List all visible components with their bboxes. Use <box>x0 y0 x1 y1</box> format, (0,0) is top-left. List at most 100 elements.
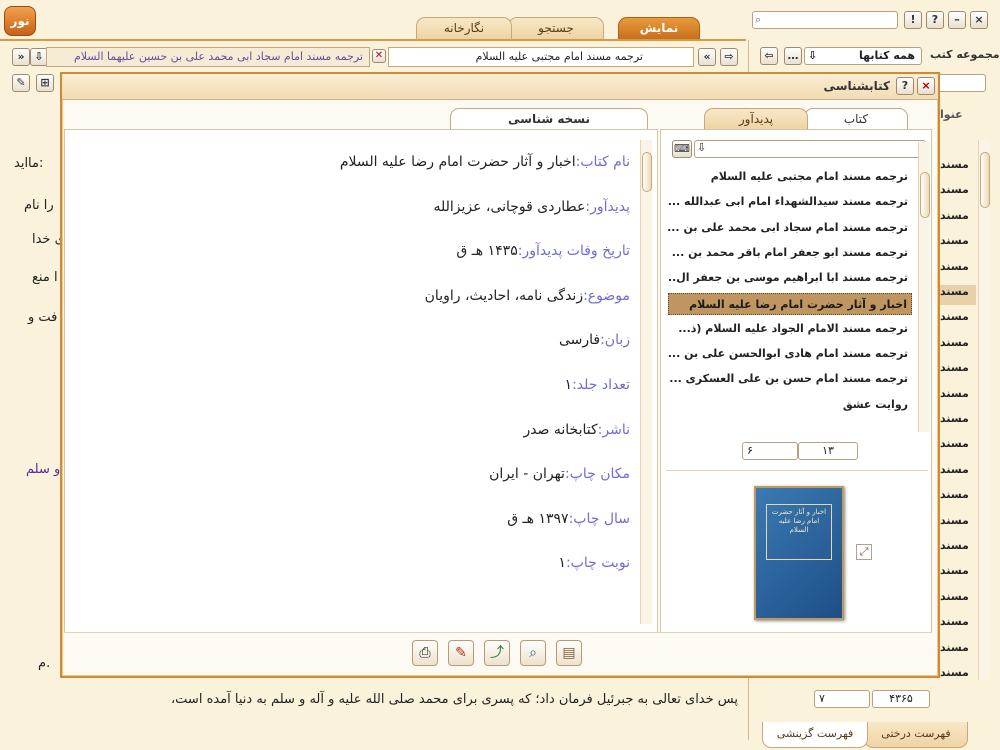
book-list-item[interactable]: اخبار و آثار حضرت امام رضا علیه السلام <box>668 292 912 315</box>
tab-tree-index[interactable]: فهرست درختی <box>864 722 968 748</box>
field-value: کتابخانه صدر <box>523 421 598 438</box>
pane-divider <box>666 470 928 471</box>
fields-scrollbar[interactable] <box>640 140 652 624</box>
zoom-icon[interactable]: ⌕ <box>520 640 546 666</box>
tool-icon[interactable]: ✎ <box>12 74 30 92</box>
field-value: زندگی نامه، احادیث، راویان <box>424 287 584 304</box>
toolbar-divider <box>64 632 932 633</box>
minimize-button[interactable]: – <box>948 11 966 29</box>
book-list-item[interactable]: ترجمه مسند ابو جعفر امام باقر محمد بن ..… <box>668 242 912 264</box>
tab-edition-info[interactable]: نسخه شناسی <box>450 108 648 130</box>
biblio-field: تاریخ وفات پدیدآور:۱۴۳۵ هـ ق <box>456 243 630 259</box>
app-logo[interactable]: نور <box>4 6 36 36</box>
field-label: زبان: <box>600 332 630 349</box>
tab-gallery[interactable]: نگارخانه <box>416 17 512 39</box>
field-value: ۱۳۹۷ هـ ق <box>507 510 569 527</box>
search-input[interactable]: ⌕ <box>752 11 898 29</box>
biblio-field: ناشر:کتابخانه صدر <box>523 422 630 438</box>
cover-title: اخبار و آثار حضرت امام رضا علیه السلام <box>766 504 832 560</box>
collection-select[interactable]: همه کتابها ⇩ <box>804 47 922 65</box>
title-list-item[interactable]: مسند <box>940 387 969 400</box>
doc-text-line: م. <box>38 656 51 671</box>
arrow-right-icon[interactable]: ⇨ <box>720 48 738 66</box>
keyboard-icon[interactable]: ⌨ <box>672 140 692 158</box>
title-list-item[interactable]: مسند <box>940 514 969 527</box>
window-icon[interactable]: ⊞ <box>36 74 54 92</box>
nav-back-icon[interactable]: « <box>698 48 716 66</box>
tab-display[interactable]: نمایش <box>618 17 700 39</box>
export-icon[interactable]: ⤴ <box>484 640 510 666</box>
expand-icon[interactable]: ⤢ <box>856 544 872 560</box>
title-list-item[interactable]: مسند <box>940 336 969 349</box>
book-list-item[interactable]: ترجمه مسند امام سجاد ابی محمد علی بن ... <box>668 217 912 239</box>
field-label: موضوع: <box>583 287 630 304</box>
doc-text-line: فت و <box>28 310 58 325</box>
arrow-left-icon[interactable]: ⇦ <box>760 47 778 65</box>
help-button[interactable]: ? <box>926 11 944 29</box>
tab-book[interactable]: کتاب <box>804 108 908 130</box>
biblio-field: موضوع:زندگی نامه، احادیث، راویان <box>425 288 630 304</box>
book-scroll-thumb[interactable] <box>920 172 930 218</box>
doc-tab-sajjad[interactable]: ترجمه مسند امام سجاد ابی محمد علی بن حسی… <box>46 47 370 67</box>
title-list-item[interactable]: مسند <box>940 666 969 679</box>
title-list-item[interactable]: مسند <box>940 615 969 628</box>
chevron-down-icon: ⇩ <box>697 141 707 154</box>
title-list-item[interactable]: مسند <box>940 539 969 552</box>
tab-search[interactable]: جستجو <box>508 17 604 39</box>
info-button[interactable]: ! <box>904 11 922 29</box>
biblio-field: مکان چاپ:تهران - ایران <box>489 466 630 482</box>
book-list-item[interactable]: ترجمه مسند ابا ابراهیم موسی بن جعفر ال..… <box>668 267 912 289</box>
book-filter-input[interactable]: ⇩ <box>694 140 926 158</box>
collection-value: همه کتابها <box>858 49 915 62</box>
title-list-item[interactable]: مسند <box>940 310 969 323</box>
title-list-item[interactable]: مسند <box>940 564 969 577</box>
close-tab-icon[interactable]: ✕ <box>372 49 386 63</box>
field-label: ناشر: <box>597 421 630 438</box>
tab-author[interactable]: پدیدآور <box>704 108 808 130</box>
title-list-item[interactable]: مسند <box>940 183 969 196</box>
title-list-item[interactable]: مسند <box>940 158 969 171</box>
book-pager-total: ۱۳ <box>798 442 858 460</box>
doc-tab-mojtaba[interactable]: ترجمه مسند امام مجتبی علیه السلام <box>388 47 694 67</box>
title-list-item[interactable]: مسند <box>940 488 969 501</box>
title-list-item[interactable]: مسند <box>940 260 969 273</box>
print-icon[interactable]: ⎙ <box>412 640 438 666</box>
book-list-item[interactable]: روایت عشق <box>668 394 912 416</box>
field-value: عطاردی قوچانی، عزیزالله <box>433 198 586 215</box>
field-label: پدیدآور: <box>585 198 630 215</box>
more-icon[interactable]: … <box>784 47 802 65</box>
title-list-item[interactable]: مسند <box>940 412 969 425</box>
right-pager-current[interactable]: ۷ <box>814 690 870 708</box>
doc-text-line: پس خدای تعالی به جبرئیل فرمان داد؛ که پس… <box>170 692 738 707</box>
close-button[interactable]: × <box>970 11 988 29</box>
title-list-item[interactable]: مسند <box>940 209 969 222</box>
edit-icon[interactable]: ✎ <box>448 640 474 666</box>
fields-scroll-thumb[interactable] <box>642 152 652 192</box>
doc-text-line: را نام <box>24 198 54 213</box>
title-list-item[interactable]: مسند <box>940 285 976 305</box>
title-list-item[interactable]: مسند <box>940 590 969 603</box>
title-list-item[interactable]: مسند <box>940 234 969 247</box>
book-list-item[interactable]: ترجمه مسند الامام الجواد علیه السلام (ذ.… <box>668 318 912 340</box>
scroll-thumb[interactable] <box>980 152 990 208</box>
book-list-item[interactable]: ترجمه مسند سیدالشهداء امام ابی عبدالله .… <box>668 191 912 213</box>
book-cover[interactable]: اخبار و آثار حضرت امام رضا علیه السلام <box>754 486 844 620</box>
title-list-item[interactable]: مسند <box>940 437 969 450</box>
dialog-close-button[interactable]: × <box>917 77 935 95</box>
tab-selective-index[interactable]: فهرست گزینشی <box>762 722 868 748</box>
dialog-help-button[interactable]: ? <box>896 77 914 95</box>
right-scrollbar[interactable] <box>978 140 990 680</box>
title-list-item[interactable]: مسند <box>940 641 969 654</box>
nav-forward-icon[interactable]: » <box>12 48 30 66</box>
field-value: تهران - ایران <box>489 466 565 483</box>
book-list-item[interactable]: ترجمه مسند امام مجتبی علیه السلام <box>668 166 912 188</box>
document-icon[interactable]: ▤ <box>556 640 582 666</box>
book-list-scrollbar[interactable] <box>918 142 930 432</box>
collections-label: مجموعه کتب <box>930 48 1000 61</box>
title-list-item[interactable]: مسند <box>940 361 969 374</box>
dialog-title-bar: کتابشناسی ? × <box>62 74 938 100</box>
book-pager-current[interactable]: ۶ <box>742 442 798 460</box>
title-list-item[interactable]: مسند <box>940 463 969 476</box>
book-list-item[interactable]: ترجمه مسند امام هادی ابوالحسن علی بن ... <box>668 343 912 365</box>
book-list-item[interactable]: ترجمه مسند امام حسن بن علی العسکری ... <box>668 368 912 390</box>
